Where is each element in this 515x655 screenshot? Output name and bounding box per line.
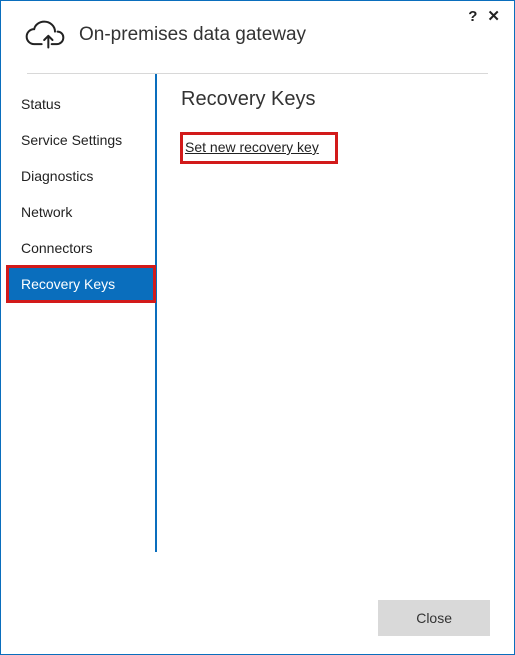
set-recovery-key-link-box: Set new recovery key bbox=[181, 133, 337, 163]
content-heading: Recovery Keys bbox=[181, 88, 496, 111]
gateway-window: On-premises data gateway ? ✕ Status Serv… bbox=[0, 0, 515, 655]
sidebar-item-recovery-keys[interactable]: Recovery Keys bbox=[7, 266, 155, 302]
set-recovery-key-link[interactable]: Set new recovery key bbox=[185, 139, 319, 155]
sidebar-item-status[interactable]: Status bbox=[7, 86, 155, 122]
window-title: On-premises data gateway bbox=[79, 24, 306, 46]
sidebar: Status Service Settings Diagnostics Netw… bbox=[7, 74, 157, 552]
content-pane: Recovery Keys Set new recovery key bbox=[157, 74, 514, 552]
window-controls: ? ✕ bbox=[468, 9, 500, 24]
body: Status Service Settings Diagnostics Netw… bbox=[1, 74, 514, 552]
sidebar-item-service-settings[interactable]: Service Settings bbox=[7, 122, 155, 158]
sidebar-item-connectors[interactable]: Connectors bbox=[7, 230, 155, 266]
titlebar: On-premises data gateway ? ✕ bbox=[1, 1, 514, 61]
cloud-upload-icon bbox=[25, 19, 65, 51]
close-button[interactable]: Close bbox=[378, 600, 490, 636]
help-icon[interactable]: ? bbox=[468, 9, 477, 24]
close-icon[interactable]: ✕ bbox=[487, 9, 500, 24]
footer: Close bbox=[378, 600, 490, 636]
sidebar-item-network[interactable]: Network bbox=[7, 194, 155, 230]
sidebar-item-diagnostics[interactable]: Diagnostics bbox=[7, 158, 155, 194]
